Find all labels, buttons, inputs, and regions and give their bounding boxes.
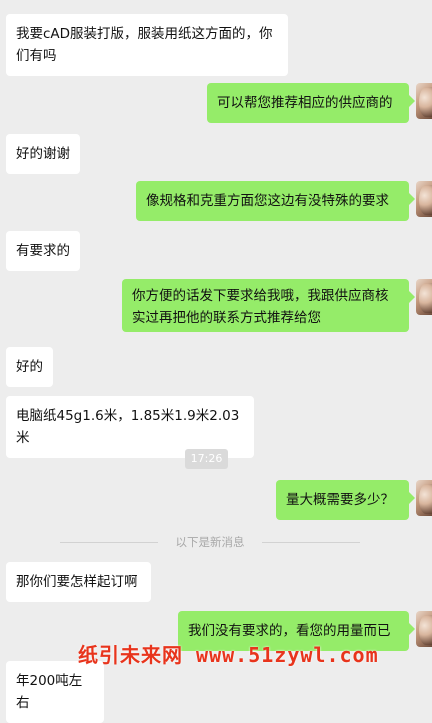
avatar-icon[interactable] [416,480,432,516]
message-incoming[interactable]: 有要求的 [6,231,80,271]
avatar-icon[interactable] [416,83,432,119]
avatar-icon[interactable] [416,279,432,315]
new-messages-divider: 以下是新消息 [60,533,360,551]
chat-window: 我要cAD服装打版，服装用纸这方面的，你们有吗 可以帮您推荐相应的供应商的 好的… [0,0,432,723]
divider-line [262,542,360,543]
divider-line [60,542,158,543]
timestamp: 17:26 [185,449,228,469]
message-incoming[interactable]: 好的 [6,347,53,387]
message-outgoing[interactable]: 量大概需要多少？ [276,480,415,520]
message-incoming[interactable]: 那你们要怎样起订啊 [6,562,151,602]
message-outgoing[interactable]: 可以帮您推荐相应的供应商的 [207,83,415,123]
message-outgoing[interactable]: 你方便的话发下要求给我哦，我跟供应商核实过再把他的联系方式推荐给您 [122,279,415,332]
message-incoming[interactable]: 年200吨左右 [6,661,104,723]
avatar-icon[interactable] [416,181,432,217]
message-outgoing[interactable]: 像规格和克重方面您这边有没特殊的要求 [136,181,415,221]
message-incoming[interactable]: 我要cAD服装打版，服装用纸这方面的，你们有吗 [6,14,288,76]
message-incoming[interactable]: 好的谢谢 [6,134,80,174]
site-watermark: 纸引未来网 www.51zywl.com [78,643,379,667]
divider-label: 以下是新消息 [175,535,245,549]
